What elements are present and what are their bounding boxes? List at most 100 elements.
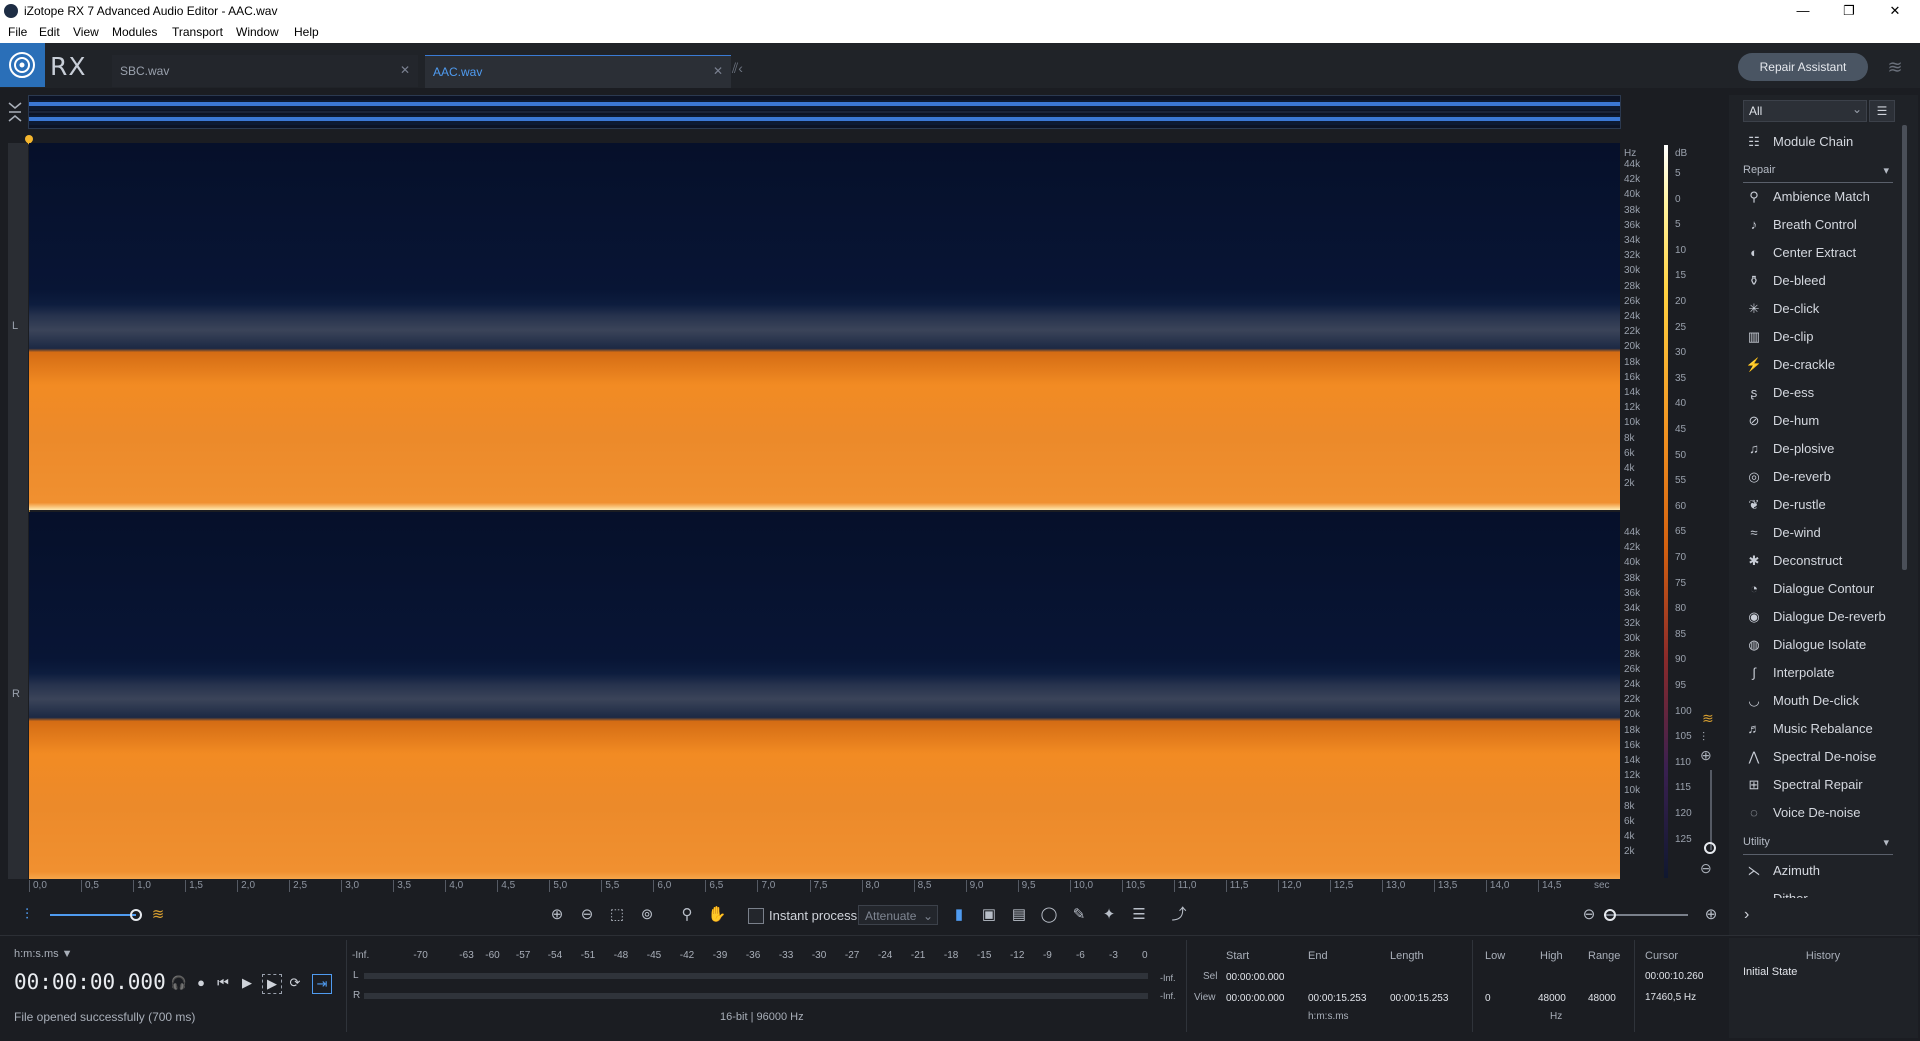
freq-zoom-slider-thumb[interactable] [1704,842,1716,854]
module-spectral-repair[interactable]: ⊞ Spectral Repair [1743,772,1893,798]
waveform-overview[interactable] [28,95,1621,129]
module-de-reverb[interactable]: ◎ De-reverb [1743,464,1893,490]
module-de-wind[interactable]: ≈ De-wind [1743,520,1893,546]
module-voice-de-noise[interactable]: ◌ Voice De-noise [1743,800,1893,826]
waveform-settings-icon[interactable]: ⫶ [1702,730,1705,745]
time-zoom-slider-thumb[interactable] [1604,909,1616,921]
module-mouth-de-click[interactable]: ◡ Mouth De-click [1743,688,1893,714]
zoom-full-icon[interactable]: ⊚ [636,904,658,926]
play-button[interactable]: ▶ [238,974,256,992]
harmonic-selection-icon[interactable]: ☰ [1128,904,1150,926]
instant-process-checkbox[interactable] [748,908,764,924]
overview-collapse-icon[interactable] [0,95,28,129]
module-filter-select[interactable]: All ⌄ [1743,100,1867,122]
module-de-ess[interactable]: ʂ De-ess [1743,380,1893,406]
spectrogram-left-channel[interactable] [29,143,1620,510]
module-de-rustle[interactable]: ❦ De-rustle [1743,492,1893,518]
utility-section-header[interactable]: Utility ▾ [1743,836,1893,855]
blend-slider-thumb[interactable] [130,909,142,921]
module-ambience-match[interactable]: ⚲ Ambience Match [1743,184,1893,210]
module-list-menu-icon[interactable]: ☰ [1869,100,1895,122]
time-selection-tool-icon[interactable]: ▮ [948,904,970,926]
view-length-value[interactable]: 00:00:15.253 [1390,993,1448,1004]
maximize-button[interactable]: ❐ [1826,0,1872,22]
headphones-icon[interactable]: 🎧 [170,974,188,992]
view-start-value[interactable]: 00:00:00.000 [1226,993,1284,1004]
module-chain-button[interactable]: ☷ Module Chain [1743,129,1893,155]
module-center-extract[interactable]: ◐ Center Extract [1743,240,1893,266]
module-dialogue-de-reverb[interactable]: ◉ Dialogue De-reverb [1743,604,1893,630]
menu-help[interactable]: Help [294,25,319,39]
module-music-rebalance[interactable]: ♬ Music Rebalance [1743,716,1893,742]
record-button[interactable]: ● [192,974,210,992]
freq-zoom-slider-track[interactable] [1710,770,1712,850]
follow-playhead-button[interactable]: ⇥ [312,974,332,994]
range-value[interactable]: 48000 [1588,993,1616,1004]
time-zoom-slider[interactable] [1604,914,1688,916]
module-azimuth[interactable]: ⋋ Azimuth [1743,858,1893,884]
menu-window[interactable]: Window [236,25,279,39]
time-frequency-selection-tool-icon[interactable]: ▤ [1008,904,1030,926]
minimize-button[interactable]: — [1780,0,1826,22]
module-panel-scrollbar[interactable] [1902,125,1907,570]
tab-aac[interactable]: AAC.wav ✕ [425,55,731,88]
module-interpolate[interactable]: ∫ Interpolate [1743,660,1893,686]
tab-sbc[interactable]: SBC.wav ✕ [112,55,418,87]
module-de-clip[interactable]: ▥ De-clip [1743,324,1893,350]
view-end-value[interactable]: 00:00:15.253 [1308,993,1366,1004]
sel-start-value[interactable]: 00:00:00.000 [1226,972,1284,983]
fade-tool-icon[interactable]: ⤴ [1168,904,1190,926]
zoom-in-icon[interactable]: ⊕ [546,904,568,926]
close-tab-icon[interactable]: ✕ [713,64,723,78]
module-de-click[interactable]: ✳ De-click [1743,296,1893,322]
repair-assistant-button[interactable]: Repair Assistant [1738,53,1868,81]
module-dither[interactable]: ⋯ Dither [1743,886,1893,898]
loop-button[interactable]: ⟳ [286,974,304,992]
spectrogram-settings-icon[interactable]: ≋ [1702,710,1714,727]
zoom-tool-icon[interactable]: ⚲ [676,904,698,926]
spectrogram-toggle-icon[interactable]: ≋ [147,904,169,926]
db-color-bar[interactable] [1664,145,1668,878]
menu-file[interactable]: File [8,25,27,39]
waveform-spectrogram-blend-slider[interactable] [50,914,136,916]
module-de-crackle[interactable]: ⚡ De-crackle [1743,352,1893,378]
module-deconstruct[interactable]: ✱ Deconstruct [1743,548,1893,574]
lasso-tool-icon[interactable]: ◯ [1038,904,1060,926]
module-de-plosive[interactable]: ♫ De-plosive [1743,436,1893,462]
hand-tool-icon[interactable]: ✋ [706,904,728,926]
spectrogram-right-channel[interactable] [29,512,1620,879]
module-de-bleed[interactable]: ⚱ De-bleed [1743,268,1893,294]
waveform-toggle-icon[interactable]: ⫶ [16,904,38,926]
zoom-to-selection-icon[interactable]: ⬚ [606,904,628,926]
time-zoom-out-icon[interactable]: ⊖ [1578,904,1600,926]
module-dialogue-isolate[interactable]: ◍ Dialogue Isolate [1743,632,1893,658]
module-de-hum[interactable]: ⊘ De-hum [1743,408,1893,434]
history-item[interactable]: Initial State [1743,966,1797,978]
high-value[interactable]: 48000 [1538,993,1566,1004]
time-format-select[interactable]: h:m:s.ms ▼ [14,948,73,960]
magic-wand-tool-icon[interactable]: ✦ [1098,904,1120,926]
frequency-selection-tool-icon[interactable]: ▣ [978,904,1000,926]
freq-zoom-in-icon[interactable]: ⊕ [1700,747,1712,764]
module-spectral-de-noise[interactable]: ⋀ Spectral De-noise [1743,744,1893,770]
close-window-button[interactable]: ✕ [1872,0,1918,22]
brush-tool-icon[interactable]: ✎ [1068,904,1090,926]
skip-to-start-button[interactable]: ⏮ [214,974,232,992]
menu-view[interactable]: View [73,25,99,39]
expand-panel-icon[interactable]: › [1744,906,1749,924]
module-dialogue-contour[interactable]: ◔ Dialogue Contour [1743,576,1893,602]
instant-process-mode-select[interactable]: Attenuate ⌄ [858,905,938,925]
low-value[interactable]: 0 [1485,993,1491,1004]
time-zoom-in-icon[interactable]: ⊕ [1700,904,1722,926]
play-selection-button[interactable]: ▶ [262,974,282,994]
menu-edit[interactable]: Edit [39,25,60,39]
menu-transport[interactable]: Transport [172,25,223,39]
db-tick-label: 65 [1675,526,1687,538]
zoom-out-icon[interactable]: ⊖ [576,904,598,926]
tab-overflow-icon[interactable]: ⫽‹ [732,60,756,80]
close-tab-icon[interactable]: ✕ [400,63,410,77]
module-breath-control[interactable]: ♪ Breath Control [1743,212,1893,238]
freq-zoom-out-icon[interactable]: ⊖ [1700,860,1712,877]
menu-modules[interactable]: Modules [112,25,157,39]
repair-section-header[interactable]: Repair ▾ [1743,164,1893,183]
